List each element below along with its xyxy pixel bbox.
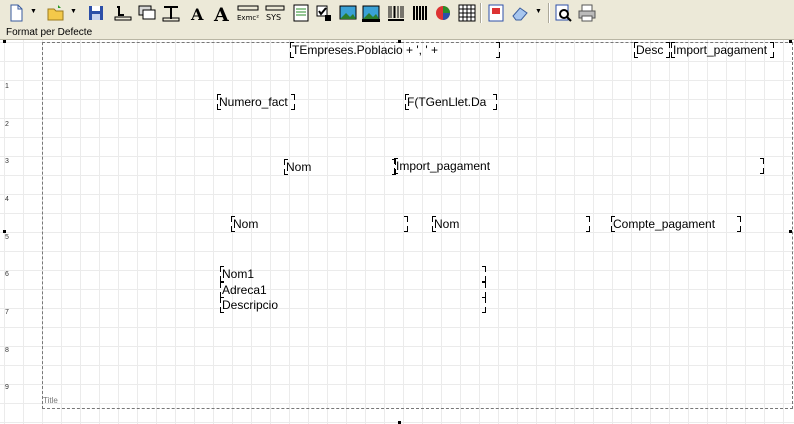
band-handle[interactable] bbox=[3, 230, 6, 233]
dbimage-icon[interactable] bbox=[361, 3, 381, 23]
band-handle[interactable] bbox=[789, 40, 792, 43]
field-desc-text: Desc bbox=[636, 43, 664, 57]
toolbar-separator bbox=[480, 3, 482, 23]
barcode-icon[interactable] bbox=[386, 3, 406, 23]
toolbar: ▼ ▼ A A Exmc² SYS ▼ bbox=[0, 0, 794, 27]
field-nom-1-text: Nom bbox=[286, 160, 312, 174]
band-handle[interactable] bbox=[789, 230, 792, 233]
field-poblacio-text: TEmpreses.Poblacio + ', ' + bbox=[292, 43, 438, 57]
field-descripcio[interactable]: Descripcio bbox=[220, 297, 486, 313]
eraser-dropdown-icon[interactable]: ▼ bbox=[535, 8, 542, 16]
field-descripcio-text: Descripcio bbox=[222, 298, 279, 312]
format-bar: Format per Defecte bbox=[0, 26, 794, 40]
field-import-pagament-mid-text: Import_pagament bbox=[396, 159, 491, 173]
font-a-icon[interactable]: A bbox=[188, 3, 208, 23]
ruler-mark: 2 bbox=[5, 121, 9, 128]
field-adreca1[interactable]: Adreca1 bbox=[220, 282, 486, 298]
ruler-mark: 3 bbox=[5, 158, 9, 165]
memo-icon[interactable] bbox=[291, 3, 311, 23]
field-nom1-text: Nom1 bbox=[222, 267, 255, 281]
field-numero-fact-text: Numero_fact bbox=[219, 95, 288, 109]
field-nom-3[interactable]: Nom bbox=[432, 216, 590, 232]
field-adreca1-text: Adreca1 bbox=[222, 283, 267, 297]
preview-icon[interactable] bbox=[553, 3, 573, 23]
field-import-pagament-top[interactable]: Import_pagament bbox=[671, 42, 774, 58]
image-label-icon[interactable] bbox=[137, 3, 157, 23]
font-a-glyph: A bbox=[190, 5, 204, 23]
field-import-pagament-top-text: Import_pagament bbox=[673, 43, 768, 57]
band-handle[interactable] bbox=[3, 40, 6, 43]
expression-text: Exmc² bbox=[237, 14, 259, 22]
report-canvas[interactable]: 1 2 3 4 5 6 7 8 9 Title TEmpreses.Poblac… bbox=[0, 40, 794, 424]
ruler-mark: 4 bbox=[5, 196, 9, 203]
print-icon[interactable] bbox=[577, 3, 597, 23]
new-icon[interactable] bbox=[6, 3, 26, 23]
toolbar-separator-2 bbox=[548, 3, 550, 23]
save-icon[interactable] bbox=[86, 3, 106, 23]
expression-icon[interactable]: Exmc² bbox=[236, 3, 260, 23]
ruler-mark: 1 bbox=[5, 83, 9, 90]
ruler-mark: 7 bbox=[5, 309, 9, 316]
field-nom1[interactable]: Nom1 bbox=[220, 266, 486, 282]
field-nom-1[interactable]: Nom bbox=[284, 159, 396, 175]
sys-var-text: SYS bbox=[266, 13, 281, 22]
field-nom-2-text: Nom bbox=[233, 217, 259, 231]
field-ftgenllet[interactable]: F(TGenLlet.Da bbox=[405, 94, 497, 110]
open-icon[interactable] bbox=[46, 3, 66, 23]
open-dropdown-icon[interactable]: ▼ bbox=[70, 8, 77, 16]
field-poblacio[interactable]: TEmpreses.Poblacio + ', ' + bbox=[290, 42, 500, 58]
field-ftgenllet-text: F(TGenLlet.Da bbox=[407, 95, 487, 109]
font-a-large-glyph: A bbox=[213, 4, 229, 23]
bars-icon[interactable] bbox=[410, 3, 430, 23]
eraser-icon[interactable] bbox=[510, 3, 530, 23]
field-nom-3-text: Nom bbox=[434, 217, 460, 231]
properties-icon[interactable] bbox=[486, 3, 506, 23]
field-desc[interactable]: Desc bbox=[634, 42, 670, 58]
sys-var-icon[interactable]: SYS bbox=[264, 3, 286, 23]
band-title-label: Title bbox=[43, 396, 58, 405]
ruler-mark: 8 bbox=[5, 347, 9, 354]
field-compte-pagament-text: Compte_pagament bbox=[613, 217, 716, 231]
chart-icon[interactable] bbox=[433, 3, 453, 23]
ruler-mark: 9 bbox=[5, 384, 9, 391]
ruler-mark: 6 bbox=[5, 271, 9, 278]
image-icon[interactable] bbox=[338, 3, 358, 23]
font-a-large-icon[interactable]: A bbox=[212, 3, 232, 23]
format-label: Format per Defecte bbox=[6, 27, 93, 38]
field-nom-2[interactable]: Nom bbox=[231, 216, 408, 232]
field-icon[interactable] bbox=[161, 3, 181, 23]
grid-icon[interactable] bbox=[457, 3, 477, 23]
new-dropdown-icon[interactable]: ▼ bbox=[30, 8, 37, 16]
field-numero-fact[interactable]: Numero_fact bbox=[217, 94, 295, 110]
field-import-pagament-mid[interactable]: Import_pagament bbox=[394, 158, 764, 174]
field-compte-pagament[interactable]: Compte_pagament bbox=[611, 216, 741, 232]
checkbox-icon[interactable] bbox=[314, 3, 334, 23]
ruler-mark: 5 bbox=[5, 234, 9, 241]
label-icon[interactable] bbox=[113, 3, 133, 23]
